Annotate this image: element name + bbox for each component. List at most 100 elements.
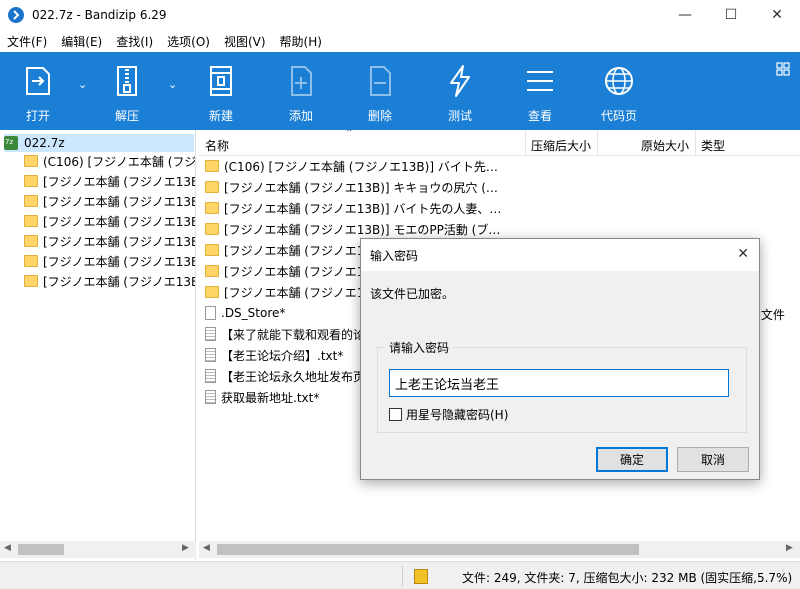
list-item[interactable]: (C106) [フジノエ本舗 (フジノエ13B)] バイト先… [205,156,498,176]
hide-password-checkbox-row[interactable]: 用星号隐藏密码(H) [389,406,508,423]
menu-edit[interactable]: 编辑(E) [54,33,109,50]
scroll-left-arrow-icon[interactable]: ◀ [203,543,210,553]
dialog-close-icon[interactable]: ✕ [737,246,749,262]
menu-file[interactable]: 文件(F) [0,33,54,50]
folder-icon [205,181,219,193]
list-item[interactable]: 【老王论坛介绍】.txt* [205,345,343,365]
test-label: 测试 [447,109,472,123]
column-header-type[interactable]: 类型 [701,137,725,154]
list-item-name: 【老王论坛永久地址发布页 [221,369,366,384]
delete-file-icon [370,66,391,96]
folder-icon [205,265,219,277]
folder-icon [205,223,219,235]
tree-item[interactable]: [フジノエ本舗 (フジノエ13B [24,172,196,190]
open-dropdown-icon[interactable]: ⌄ [78,78,87,91]
list-item-name: [フジノエ本舗 (フジノエ13B)] モエのPP活動 (ブ… [224,222,501,237]
new-label: 新建 [208,109,233,123]
hide-password-checkbox[interactable] [389,408,402,421]
list-item[interactable]: [フジノエ本舗 (フジノエ13B [205,261,380,281]
scroll-right-arrow-icon[interactable]: ▶ [786,543,793,553]
column-header-name[interactable]: 名称 [205,137,229,154]
list-item[interactable]: .DS_Store* [205,303,285,323]
globe-icon [605,67,633,95]
menu-find[interactable]: 查找(I) [109,33,160,50]
file-icon [205,306,216,320]
column-divider[interactable] [597,130,598,156]
list-item-name: 【来了就能下载和观看的论 [221,327,366,342]
dialog-title: 输入密码 [370,248,419,263]
column-divider[interactable] [525,130,526,156]
list-item[interactable]: 获取最新地址.txt* [205,387,319,407]
column-header-original-size[interactable]: 原始大小 [641,137,689,154]
folder-icon [205,286,219,298]
list-item-name: [フジノエ本舗 (フジノエ13B [224,243,381,258]
cancel-button[interactable]: 取消 [677,447,749,472]
tree-root-archive[interactable]: 022.7z [4,134,194,152]
codepage-button[interactable]: 代码页 [589,52,649,130]
password-input[interactable] [389,369,729,397]
list-view-icon [527,71,553,91]
close-window-button[interactable]: ✕ [754,0,800,30]
tree-item-label: (C106) [フジノエ本舗 (フジ [43,154,196,169]
dialog-title-bar: 输入密码 ✕ [361,239,759,271]
view-button[interactable]: 查看 [510,52,570,130]
delete-button[interactable]: 删除 [350,52,410,130]
list-item[interactable]: [フジノエ本舗 (フジノエ13B)] バイト先の人妻、… [205,198,501,218]
list-item[interactable]: [フジノエ本舗 (フジノエ13B [205,240,380,260]
list-item-name: 【老王论坛介绍】.txt* [221,348,344,363]
scroll-left-arrow-icon[interactable]: ◀ [4,543,11,553]
ok-button[interactable]: 确定 [596,447,668,472]
tree-item-label: [フジノエ本舗 (フジノエ13B [43,234,196,249]
list-item[interactable]: 【来了就能下载和观看的论 [205,324,365,344]
sort-ascending-icon: ⌃ [345,130,354,139]
text-file-icon [205,390,216,404]
folder-icon [24,215,38,227]
new-archive-button[interactable]: 新建 [191,52,251,130]
text-file-icon [205,327,216,341]
tree-item[interactable]: (C106) [フジノエ本舗 (フジ [24,152,196,170]
lightning-icon [450,65,470,97]
list-item[interactable]: [フジノエ本舗 (フジノエ13B)] モエのPP活動 (ブ… [205,219,500,239]
extract-button[interactable]: 解压 [97,52,157,130]
list-item-name: [フジノエ本舗 (フジノエ13B)] キキョウの尻穴 (… [224,180,498,195]
scroll-right-arrow-icon[interactable]: ▶ [182,543,189,553]
tree-item-label: [フジノエ本舗 (フジノエ13B [43,194,196,209]
extract-dropdown-icon[interactable]: ⌄ [168,78,177,91]
list-item[interactable]: [フジノエ本舗 (フジノエ13B [205,282,380,302]
extract-zipper-icon [117,66,137,96]
column-divider[interactable] [695,130,696,156]
codepage-label: 代码页 [600,109,637,123]
minimize-button[interactable]: — [662,0,708,30]
folder-icon [24,195,38,207]
maximize-button[interactable]: ☐ [708,0,754,30]
list-horizontal-scrollbar[interactable]: ◀ ▶ [199,541,800,558]
folder-icon [24,275,38,287]
menu-view[interactable]: 视图(V) [217,33,273,50]
tree-item[interactable]: [フジノエ本舗 (フジノエ13B [24,212,195,230]
add-label: 添加 [288,109,313,123]
list-header: ⌃ 名称 压缩后大小 原始大小 类型 [199,130,800,156]
layout-grid-icon[interactable] [776,62,790,76]
hide-password-label[interactable]: 用星号隐藏密码(H) [406,406,508,423]
tree-root-label: 022.7z [24,136,65,150]
test-button[interactable]: 测试 [430,52,490,130]
delete-label: 删除 [367,109,392,123]
tree-item[interactable]: [フジノエ本舗 (フジノエ13B [24,252,195,270]
add-button[interactable]: 添加 [271,52,331,130]
column-header-packed-size[interactable]: 压缩后大小 [531,137,591,154]
tree-horizontal-scrollbar[interactable]: ◀ ▶ [0,541,196,558]
open-button[interactable]: 打开 [8,52,68,130]
open-icon [26,67,50,95]
list-scroll-thumb[interactable] [217,544,639,555]
view-label: 查看 [527,109,552,123]
tree-item[interactable]: [フジノエ本舗 (フジノエ13B [24,272,195,290]
tree-scroll-thumb[interactable] [18,544,64,555]
tree-item-label: [フジノエ本舗 (フジノエ13B [43,174,196,189]
tree-item[interactable]: [フジノエ本舗 (フジノエ13B [24,192,196,210]
tree-item[interactable]: [フジノエ本舗 (フジノエ13B [24,232,196,250]
menu-options[interactable]: 选项(O) [160,33,217,50]
list-item[interactable]: [フジノエ本舗 (フジノエ13B)] キキョウの尻穴 (… [205,177,498,197]
menu-help[interactable]: 帮助(H) [273,33,329,50]
list-item[interactable]: 【老王论坛永久地址发布页 [205,366,365,386]
password-group-label: 请输入密码 [385,339,454,356]
